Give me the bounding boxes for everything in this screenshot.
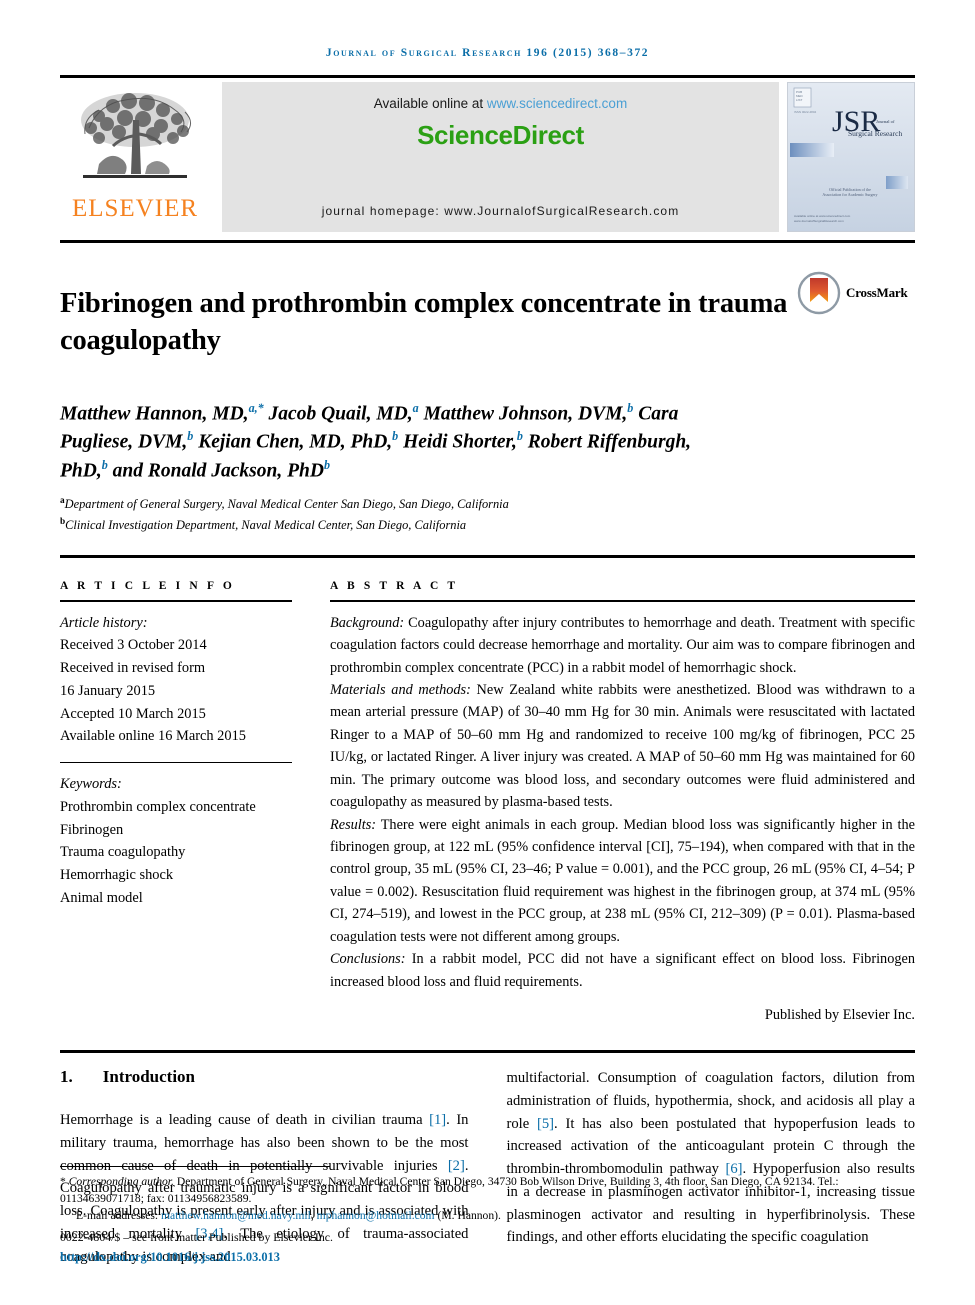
- abstract-column: A B S T R A C T Background: Coagulopathy…: [330, 580, 915, 1024]
- abstract-text-background: Coagulopathy after injury contributes to…: [330, 614, 915, 676]
- history-item: Received in revised form: [60, 660, 206, 677]
- running-head: Journal of Surgical Research 196 (2015) …: [325, 47, 650, 59]
- affiliation-b: bClinical Investigation Department, Nava…: [60, 515, 915, 535]
- history-item: Available online 16 March 2015: [60, 728, 246, 745]
- section-title: Introduction: [102, 1067, 196, 1087]
- keyword-item: Fibrinogen: [60, 821, 124, 838]
- footnote-rule: [60, 1165, 330, 1167]
- abstract-section-background: Background: Coagulopathy after injury co…: [330, 612, 915, 679]
- corresponding-text: Department of General Surgery, Naval Med…: [60, 1174, 839, 1205]
- abstract-section-conclusions: Conclusions: In a rabbit model, PCC did …: [330, 948, 915, 993]
- svg-text:Association for Academic Surge: Association for Academic Surgery: [822, 192, 877, 197]
- journal-homepage-line[interactable]: journal homepage: www.JournalofSurgicalR…: [222, 204, 779, 218]
- svg-text:Journal of: Journal of: [876, 119, 895, 124]
- journal-cover-art: PUBMEDLIST ISSN 0022-4804 JSR Journal of…: [788, 83, 914, 231]
- email-addresses-note: E-mail addresses: matthew.hannon@med.nav…: [60, 1207, 915, 1224]
- sciencedirect-wordmark[interactable]: ScienceDirect: [417, 120, 584, 151]
- history-item: Accepted 10 March 2015: [60, 705, 206, 722]
- sciencedirect-panel: Available online at www.sciencedirect.co…: [222, 82, 779, 232]
- email-label: E-mail addresses:: [76, 1209, 161, 1223]
- email-link-primary[interactable]: matthew.hannon@med.navy.mil: [161, 1209, 311, 1222]
- doi-link[interactable]: http://dx.doi.org/10.1016/j.jss.2015.03.…: [60, 1248, 915, 1267]
- abstract-text-methods: New Zealand white rabbits were anestheti…: [330, 681, 915, 811]
- page-title: Fibrinogen and prothrombin complex conce…: [60, 288, 788, 356]
- abstract-lead-background: Background:: [330, 614, 405, 631]
- title-row: Fibrinogen and prothrombin complex conce…: [60, 267, 915, 378]
- history-item: Received 3 October 2014: [60, 637, 207, 654]
- email-suffix: (M. Hannon).: [434, 1209, 501, 1223]
- abstract-heading: A B S T R A C T: [330, 579, 459, 592]
- article-page: Journal of Surgical Research 196 (2015) …: [0, 0, 975, 1305]
- corresponding-marker: *: [60, 1174, 66, 1188]
- info-abstract-region: A R T I C L E I N F O Article history: R…: [60, 580, 915, 1024]
- corresponding-label: Corresponding author.: [68, 1174, 174, 1188]
- svg-text:Surgical Research: Surgical Research: [848, 129, 902, 138]
- affiliation-a: aDepartment of General Surgery, Naval Me…: [60, 494, 915, 514]
- available-online-text: Available online at: [373, 96, 487, 111]
- svg-text:ISSN 0022-4804: ISSN 0022-4804: [794, 110, 817, 114]
- history-item: 16 January 2015: [60, 682, 156, 699]
- keywords-divider: [60, 762, 292, 764]
- section-number: 1.: [60, 1067, 73, 1087]
- affiliation-text-a: Department of General Surgery, Naval Med…: [64, 496, 509, 511]
- crossmark-badge[interactable]: CrossMark: [797, 271, 915, 315]
- sciencedirect-url-link[interactable]: www.sciencedirect.com: [487, 96, 627, 111]
- svg-text:Available online at www.scienc: Available online at www.sciencedirect.co…: [794, 214, 851, 218]
- abstract-section-methods: Materials and methods: New Zealand white…: [330, 679, 915, 814]
- abstract-lead-results: Results:: [330, 816, 377, 833]
- body-top-rule: [60, 1050, 915, 1054]
- abstract-section-results: Results: There were eight animals in eac…: [330, 814, 915, 949]
- article-info-heading: A R T I C L E I N F O: [60, 579, 235, 592]
- article-history-block: Article history: Received 3 October 2014…: [60, 612, 292, 749]
- abstract-text-conclusions: In a rabbit model, PCC did not have a si…: [330, 951, 915, 990]
- article-history-label: Article history:: [60, 614, 148, 631]
- page-footer: * Corresponding author. Department of Ge…: [60, 1165, 915, 1267]
- elsevier-tree-icon: [81, 93, 191, 178]
- author-list: Matthew Hannon, MD,a,* Jacob Quail, MD,a…: [60, 401, 692, 481]
- corresponding-author-note: * Corresponding author. Department of Ge…: [60, 1173, 915, 1208]
- crossmark-icon: [797, 271, 841, 315]
- abstract-lead-methods: Materials and methods:: [330, 681, 471, 698]
- top-rule: [60, 75, 915, 78]
- available-online-line: Available online at www.sciencedirect.co…: [374, 96, 627, 111]
- introduction-heading: 1. Introduction: [60, 1067, 469, 1087]
- abstract-rule: [330, 599, 915, 602]
- abstract-text-results: There were eight animals in each group. …: [330, 816, 915, 945]
- article-info-rule: [60, 599, 292, 602]
- published-by-line: Published by Elsevier Inc.: [764, 1007, 915, 1024]
- info-section-top-rule: [60, 554, 915, 558]
- issn-copyright-line: 0022-4804/$ – see front matter Published…: [60, 1229, 333, 1244]
- keywords-block: Keywords: Prothrombin complex concentrat…: [60, 773, 292, 910]
- elsevier-logo: ELSEVIER: [60, 82, 210, 232]
- elsevier-wordmark: ELSEVIER: [71, 195, 199, 222]
- keyword-item: Animal model: [60, 889, 143, 906]
- email-link-secondary[interactable]: mphannon@hotmail.com: [317, 1209, 435, 1222]
- crossmark-label: CrossMark: [846, 285, 908, 300]
- keywords-label: Keywords:: [60, 776, 122, 793]
- svg-text:www.JournalofSurgicalResearch.: www.JournalofSurgicalResearch.com: [794, 219, 844, 223]
- masthead-bottom-rule: [60, 240, 915, 243]
- affiliation-text-b: Clinical Investigation Department, Naval…: [65, 517, 467, 532]
- article-info-column: A R T I C L E I N F O Article history: R…: [60, 580, 292, 1024]
- journal-cover-thumbnail[interactable]: PUB MED LIST ISSN 0022-4804 JSR Journal of…: [787, 82, 915, 232]
- keyword-item: Prothrombin complex concentrate: [60, 798, 256, 815]
- keyword-item: Trauma coagulopathy: [60, 844, 186, 861]
- keyword-item: Hemorrhagic shock: [60, 867, 174, 884]
- masthead: ELSEVIER Available online at www.science…: [60, 82, 915, 232]
- abstract-lead-conclusions: Conclusions:: [330, 951, 406, 968]
- svg-text:LIST: LIST: [796, 98, 803, 102]
